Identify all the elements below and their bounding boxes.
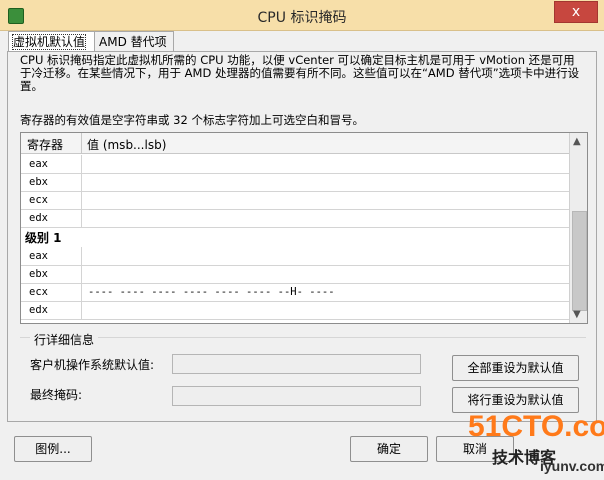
hint-text: 寄存器的有效值是空字符串或 32 个标志字符加上可选空白和冒号。 (20, 113, 364, 127)
grid-row-eax-1[interactable]: eax (21, 247, 569, 266)
grid-row-ebx-1[interactable]: ebx (21, 265, 569, 284)
final-mask-field (172, 386, 421, 406)
register-name: ebx (29, 268, 48, 280)
tab-vm-default[interactable]: 虚拟机默认值 (8, 31, 102, 53)
description-text: CPU 标识掩码指定此虚拟机所需的 CPU 功能，以便 vCenter 可以确定… (20, 53, 580, 93)
register-value[interactable] (81, 155, 570, 173)
legend-button[interactable]: 图例... (14, 436, 92, 462)
grid-row-ebx-0[interactable]: ebx (21, 173, 569, 192)
header-divider (81, 133, 82, 153)
register-grid: 寄存器 值 (msb...lsb) eax ebx ecx edx 级别 1 e… (20, 132, 588, 324)
register-name: edx (29, 212, 48, 224)
register-value[interactable]: ---- ---- ---- ---- ---- ---- --H- ---- (81, 283, 570, 301)
guest-default-label: 客户机操作系统默认值: (30, 358, 155, 372)
final-mask-label: 最终掩码: (30, 388, 83, 402)
register-value[interactable] (81, 173, 570, 191)
reset-all-button[interactable]: 全部重设为默认值 (452, 355, 579, 381)
tab-vm-default-label: 虚拟机默认值 (11, 34, 87, 50)
register-name: edx (29, 304, 48, 316)
grid-scrollbar[interactable]: ▲ ▼ (569, 133, 587, 323)
grid-row-eax-0[interactable]: eax (21, 155, 569, 174)
row-details-title: 行详细信息 (30, 331, 99, 348)
tab-amd-override-label: AMD 替代项 (99, 35, 167, 49)
watermark-line1: 51CTO.com (468, 410, 604, 443)
register-value[interactable] (81, 301, 570, 319)
column-value: 值 (msb...lsb) (87, 138, 167, 152)
title-bar: CPU 标识掩码 x (0, 0, 604, 31)
grid-row-ecx-0[interactable]: ecx (21, 191, 569, 210)
register-value[interactable] (81, 191, 570, 209)
register-value[interactable] (81, 209, 570, 227)
register-name: eax (29, 250, 48, 262)
scroll-thumb[interactable] (572, 211, 587, 311)
scroll-up-icon[interactable]: ▲ (573, 136, 581, 147)
register-value[interactable] (81, 247, 570, 265)
guest-default-field (172, 354, 421, 374)
register-name: ebx (29, 176, 48, 188)
register-name: ecx (29, 194, 48, 206)
register-name: ecx (29, 286, 48, 298)
scroll-down-icon[interactable]: ▼ (573, 309, 581, 320)
level-1-heading: 级别 1 (25, 231, 62, 245)
grid-header: 寄存器 值 (msb...lsb) (21, 133, 569, 154)
ok-button[interactable]: 确定 (350, 436, 428, 462)
grid-row-ecx-1[interactable]: ecx ---- ---- ---- ---- ---- ---- --H- -… (21, 283, 569, 302)
tab-amd-override[interactable]: AMD 替代项 (94, 31, 174, 52)
register-value[interactable] (81, 265, 570, 283)
grid-row-edx-0[interactable]: edx (21, 209, 569, 228)
watermark: 51CTO.com 技术博客 iyunv.com (468, 410, 604, 476)
close-button[interactable]: x (554, 1, 598, 23)
grid-row-edx-1[interactable]: edx (21, 301, 569, 320)
register-name: eax (29, 158, 48, 170)
watermark-line3: iyunv.com (540, 458, 604, 474)
column-register: 寄存器 (27, 138, 64, 152)
window-title: CPU 标识掩码 (257, 10, 347, 26)
